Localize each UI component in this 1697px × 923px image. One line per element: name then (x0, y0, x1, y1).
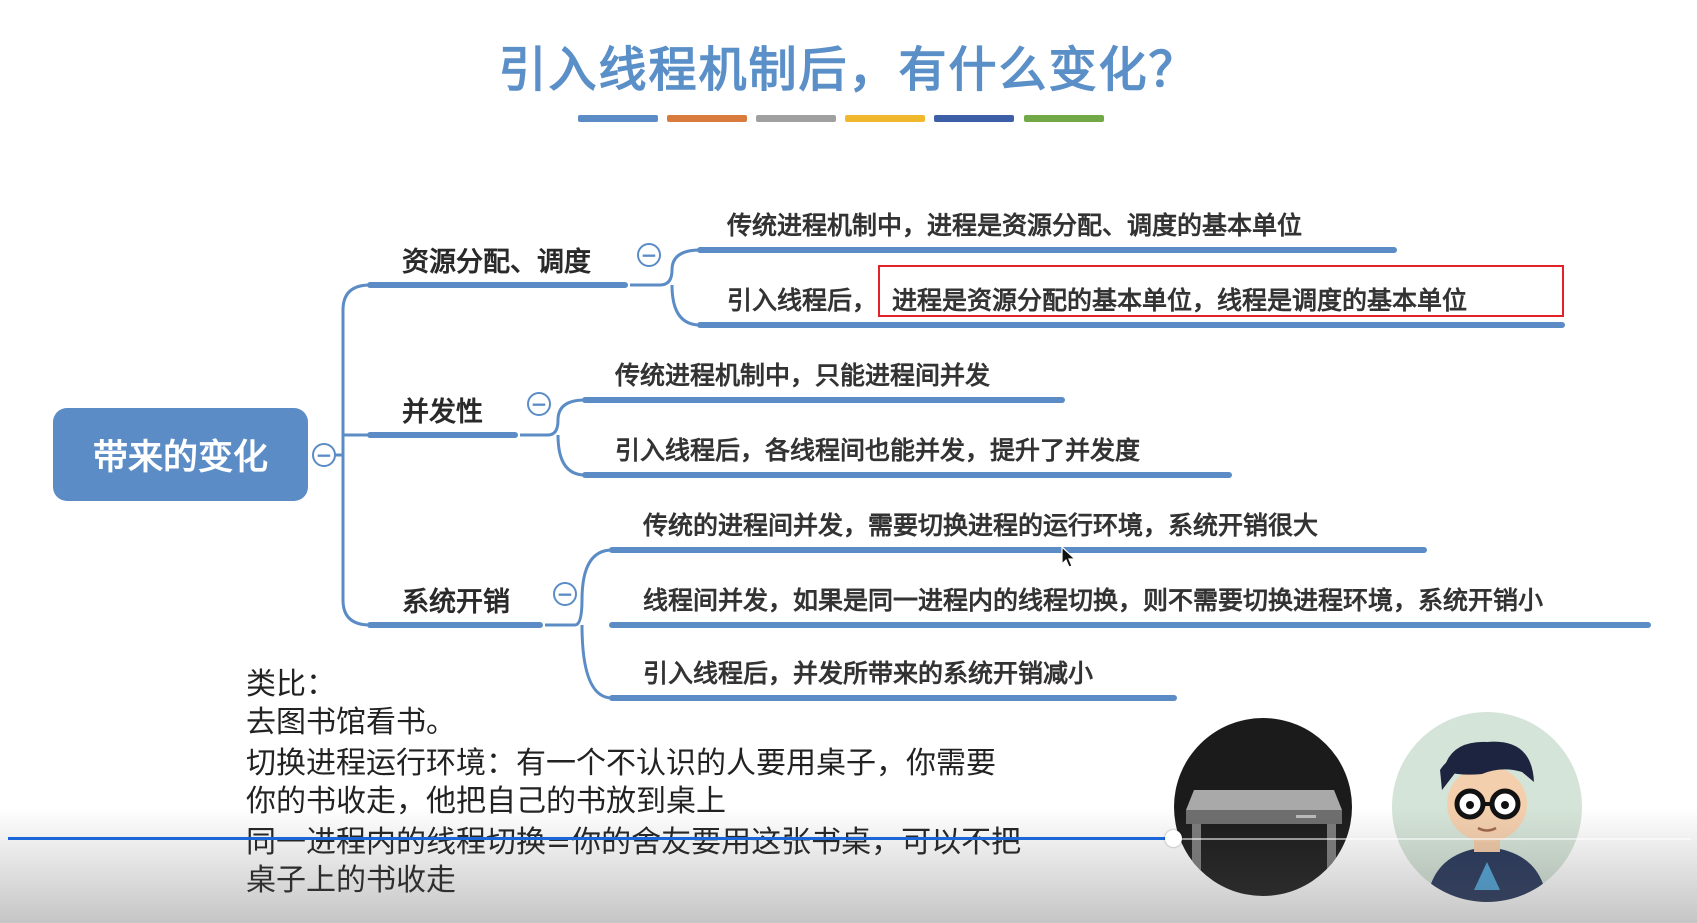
highlight-box (878, 265, 1564, 317)
note-line-6: 桌子上的书收走 (246, 863, 456, 898)
branch-concurrency[interactable]: 并发性 (402, 390, 483, 429)
collapse-toggle-icon[interactable]: − (312, 443, 336, 467)
leaf-thread-introduced-prefix: 引入线程后， (727, 286, 878, 315)
note-line-4: 你的书收走，他把自己的书放到桌上 (246, 784, 726, 819)
branch-system-overhead[interactable]: 系统开销 (402, 580, 510, 619)
mouse-cursor-icon (1061, 546, 1077, 568)
video-progress-knob[interactable] (1164, 830, 1182, 847)
collapse-toggle-icon[interactable]: − (553, 582, 577, 606)
video-progress-fill[interactable] (8, 837, 1173, 840)
leaf-thread-switch-overhead: 线程间并发，如果是同一进程内的线程切换，则不需要切换进程环境，系统开销小 (643, 586, 1544, 615)
leaf-thread-concurrency: 引入线程后，各线程间也能并发，提升了并发度 (615, 436, 1141, 465)
leaf-process-switch-overhead: 传统的进程间并发，需要切换进程的运行环境，系统开销很大 (643, 511, 1319, 540)
mindmap-root-node[interactable]: 带来的变化 (53, 408, 308, 501)
person-with-glasses-icon (1392, 712, 1582, 902)
note-line-5: 同一进程内的线程切换=你的舍友要用这张书桌，可以不把 (246, 825, 1022, 860)
leaf-traditional-concurrency: 传统进程机制中，只能进程间并发 (615, 361, 991, 390)
desk-icon (1174, 718, 1352, 896)
collapse-toggle-icon[interactable]: − (527, 392, 551, 416)
branch-resource-scheduling[interactable]: 资源分配、调度 (402, 240, 591, 279)
collapse-toggle-icon[interactable]: − (637, 243, 661, 267)
leaf-traditional-process-unit: 传统进程机制中，进程是资源分配、调度的基本单位 (727, 211, 1303, 240)
note-line-1: 类比： (246, 667, 336, 702)
leaf-overhead-reduced: 引入线程后，并发所带来的系统开销减小 (643, 659, 1094, 688)
note-line-3: 切换进程运行环境：有一个不认识的人要用桌子，你需要 (246, 746, 996, 781)
note-line-2: 去图书馆看书。 (246, 705, 456, 740)
